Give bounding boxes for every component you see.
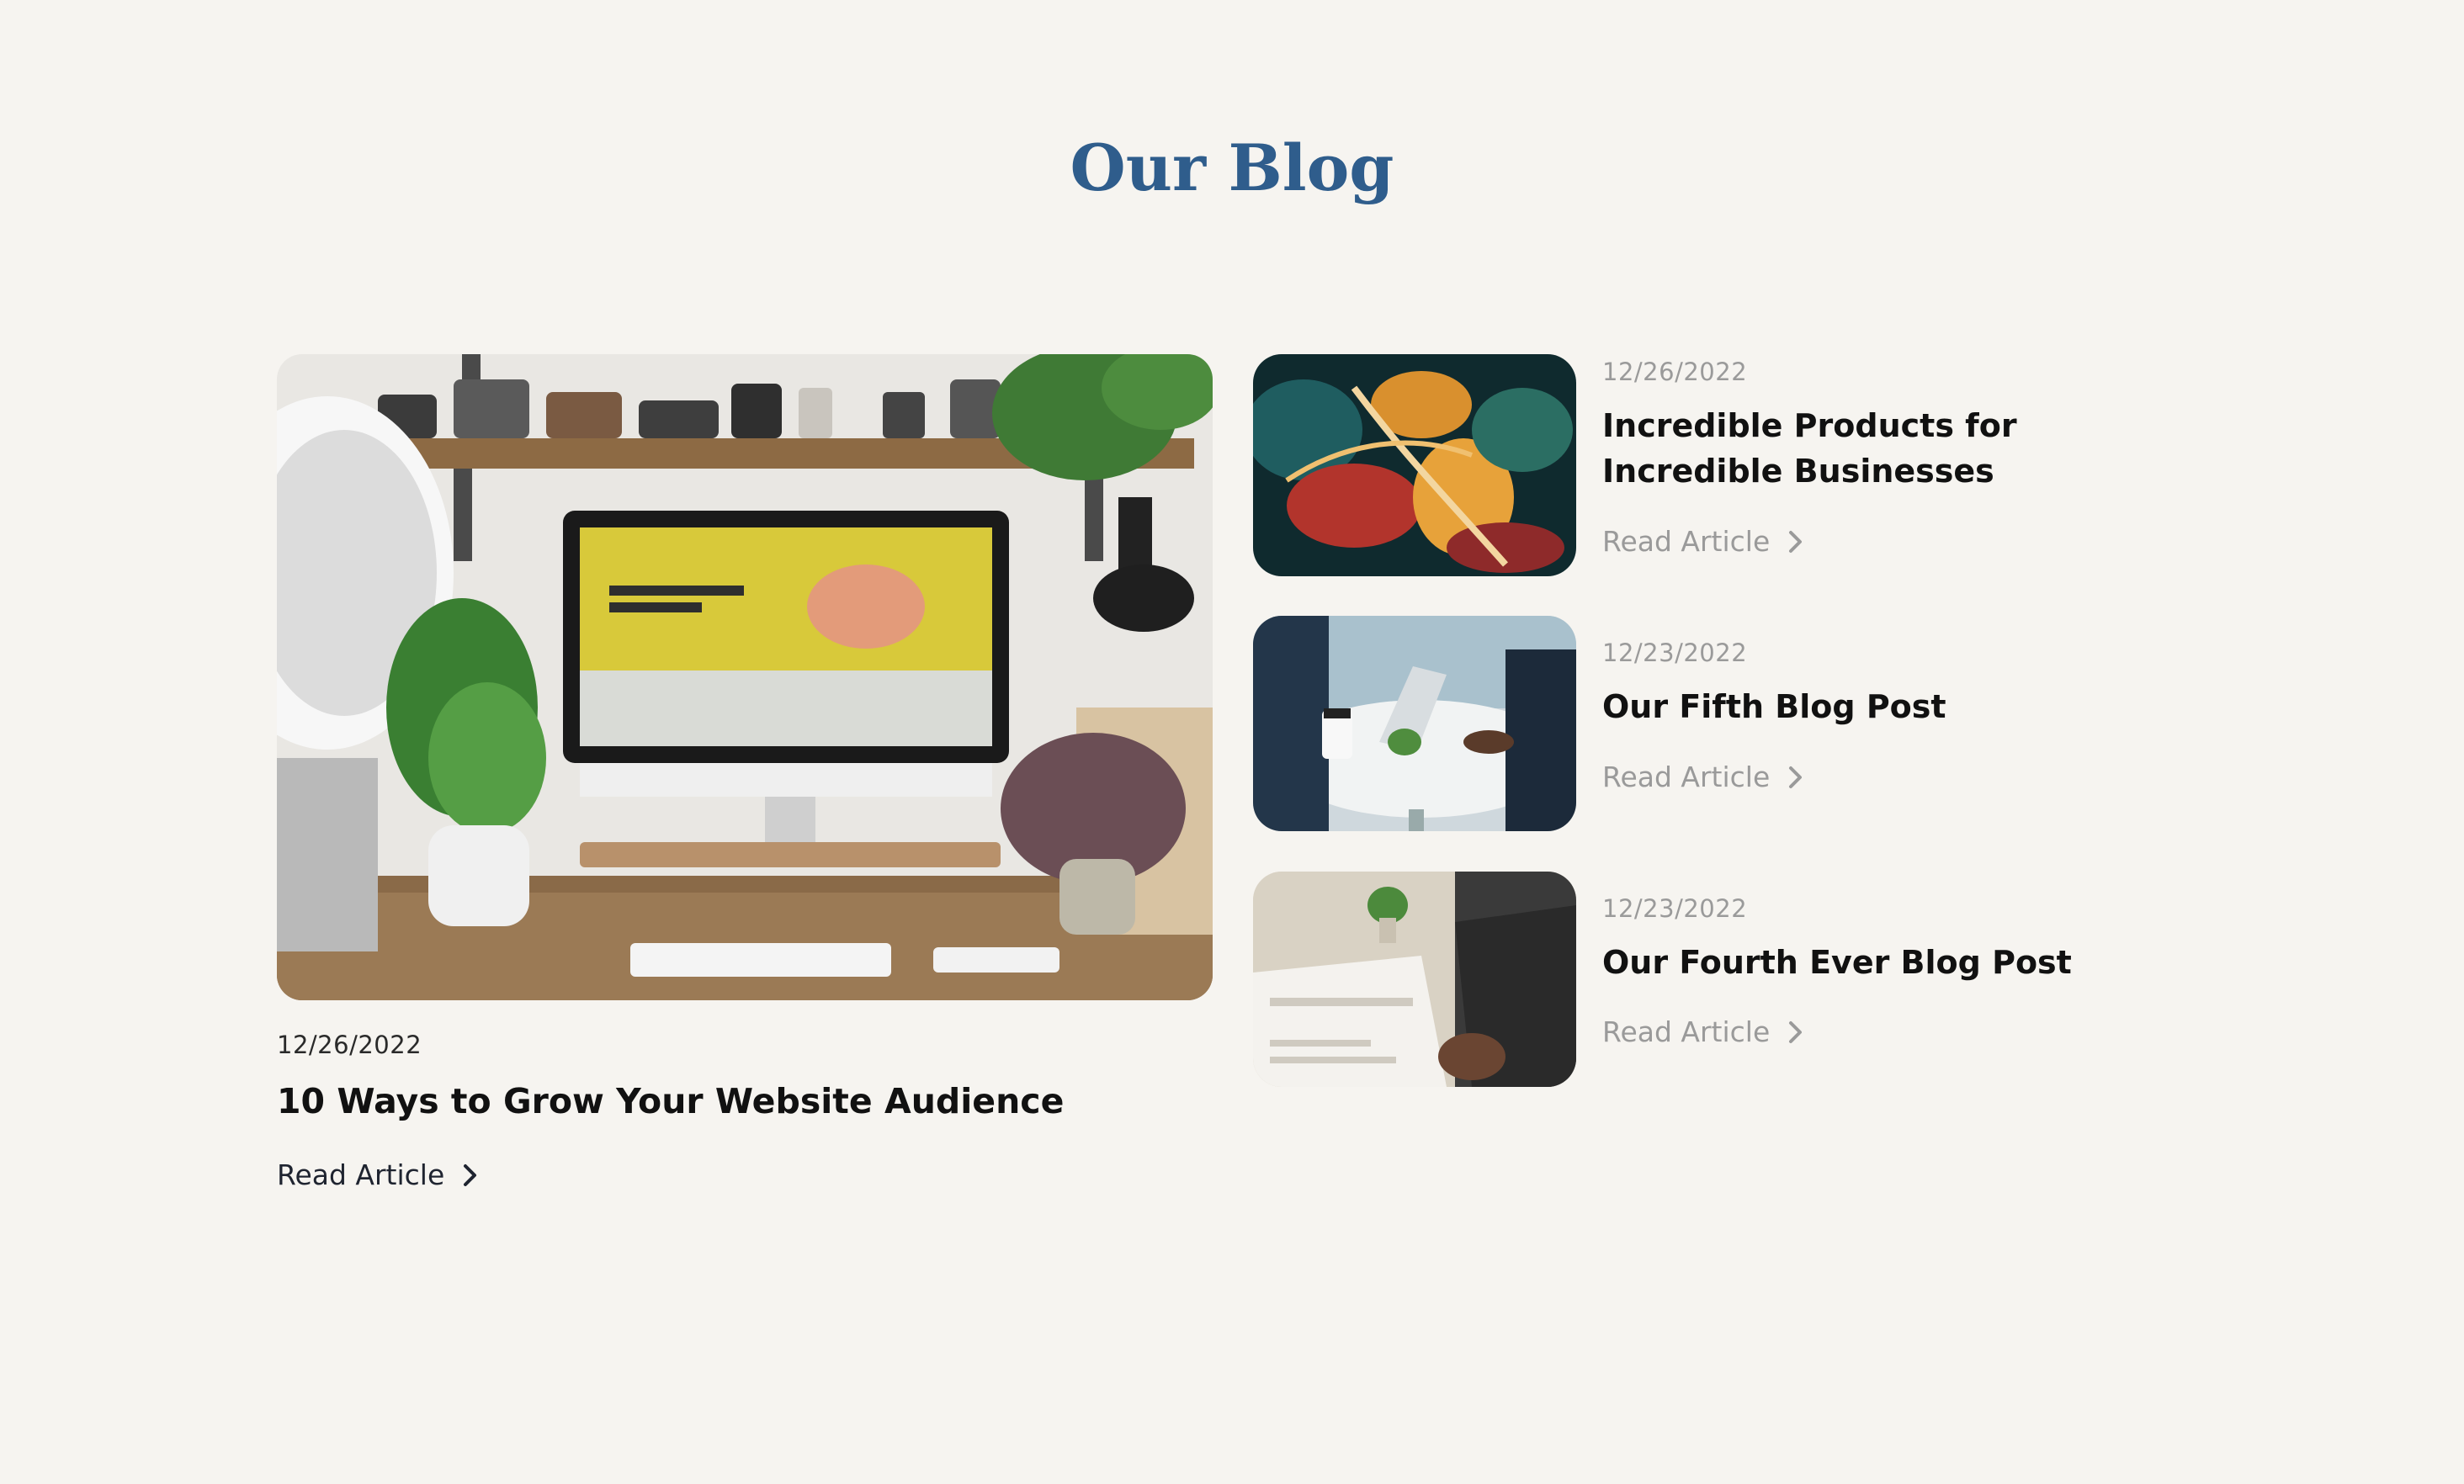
post-date: 12/26/2022 <box>1602 358 1748 386</box>
chevron-right-icon <box>1789 1021 1803 1043</box>
read-article-label: Read Article <box>1602 761 1771 793</box>
read-article-link[interactable]: Read Article <box>1602 759 1805 796</box>
featured-read-article-link[interactable]: Read Article <box>277 1157 480 1194</box>
chevron-right-icon <box>464 1164 477 1186</box>
post-title[interactable]: Our Fifth Blog Post <box>1602 684 2208 729</box>
post-title[interactable]: Our Fourth Ever Blog Post <box>1602 940 2208 985</box>
post-image-meeting[interactable] <box>1253 616 1576 831</box>
featured-post-date: 12/26/2022 <box>277 1031 422 1059</box>
read-article-link[interactable]: Read Article <box>1602 523 1805 560</box>
featured-post-image[interactable] <box>277 354 1213 1000</box>
post-image-abstract[interactable] <box>1253 354 1576 576</box>
read-article-label: Read Article <box>1602 1015 1771 1048</box>
post-image-newspaper[interactable] <box>1253 872 1576 1087</box>
page-title: Our Blog <box>1070 130 1394 205</box>
read-article-label: Read Article <box>1602 525 1771 558</box>
featured-post-title[interactable]: 10 Ways to Grow Your Website Audience <box>277 1077 1287 1126</box>
chevron-right-icon <box>1789 766 1803 788</box>
chevron-right-icon <box>1789 531 1803 553</box>
post-date: 12/23/2022 <box>1602 894 1748 923</box>
read-article-link[interactable]: Read Article <box>1602 1014 1805 1051</box>
post-date: 12/23/2022 <box>1602 639 1748 667</box>
read-article-label: Read Article <box>277 1158 445 1191</box>
post-title[interactable]: Incredible Products for Incredible Busin… <box>1602 403 2208 494</box>
